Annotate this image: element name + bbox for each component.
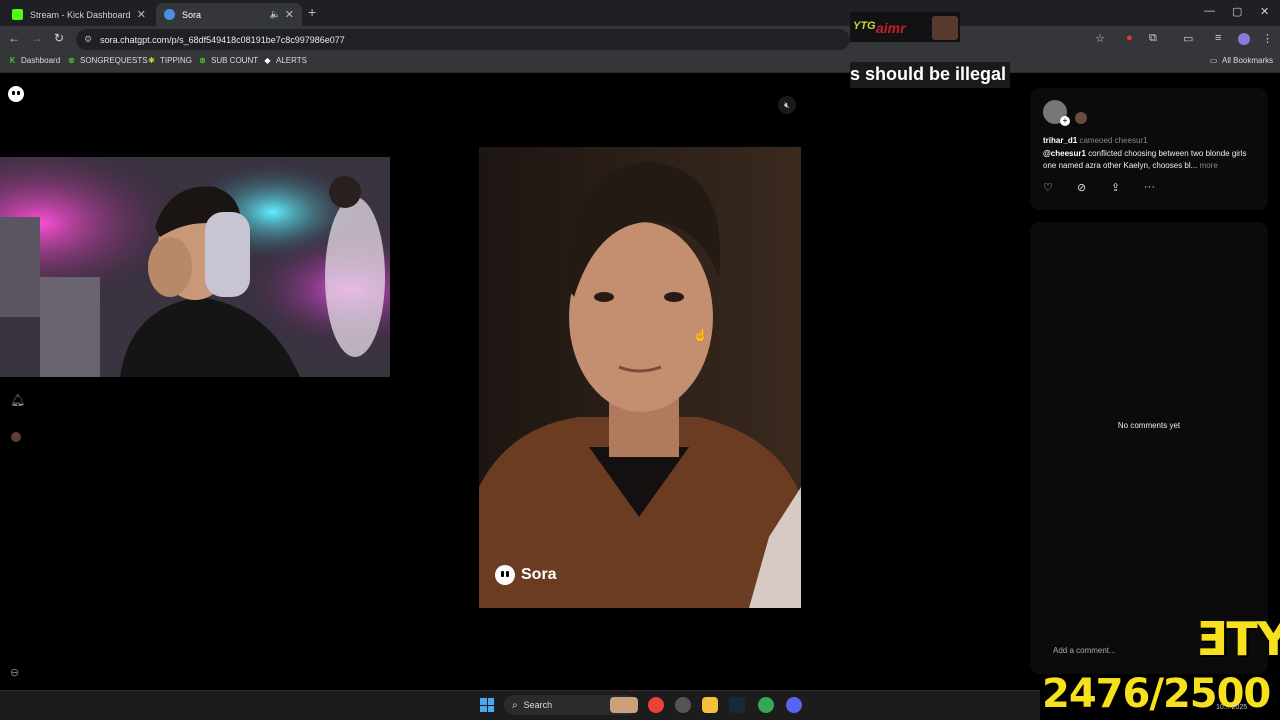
more-icon[interactable]: ··· [1144, 181, 1155, 193]
minimize-button[interactable]: — [1204, 5, 1215, 17]
sidepanel-icon[interactable]: ▭ [1183, 32, 1193, 45]
profile-avatar-icon[interactable] [11, 432, 21, 442]
bookmark-label: All Bookmarks [1222, 56, 1274, 65]
sora-logo-icon [495, 565, 515, 585]
audio-icon[interactable]: 🔈 [270, 9, 281, 20]
cameo-avatar[interactable] [1075, 112, 1087, 124]
tab-sora[interactable]: Sora 🔈 ✕ [156, 3, 302, 26]
sora-watermark: Sora [495, 565, 557, 585]
chrome-icon[interactable] [648, 697, 664, 713]
back-icon[interactable]: ← [8, 31, 20, 45]
speaker-muted-icon[interactable]: 🔇︎ [778, 96, 796, 114]
extension-red-icon[interactable]: ● [1126, 32, 1133, 44]
sora-favicon-icon [164, 9, 175, 20]
no-comments-text: No comments yet [1117, 421, 1181, 430]
profile-avatar[interactable] [1238, 33, 1250, 45]
tab-title: Stream - Kick Dashboard [30, 9, 131, 20]
taskbar-clock: 10... 2025 [1216, 704, 1248, 711]
reload-icon[interactable]: ↻ [54, 31, 64, 45]
alerts-icon: ◆ [264, 56, 271, 65]
bookmarks-bar: K Dashboard ⊛ SONGREQUESTS ✱ TIPPING ⊛ S… [0, 52, 1280, 73]
bookmark-label: SONGREQUESTS [80, 56, 148, 65]
creator-avatar[interactable] [1043, 100, 1070, 126]
sora-logo-icon[interactable] [8, 86, 24, 102]
chat-avatar [932, 16, 958, 40]
bookmark-tipping[interactable]: ✱ TIPPING [147, 56, 192, 65]
tab-title: Sora [182, 9, 202, 20]
file-explorer-icon[interactable] [702, 697, 718, 713]
post-mention[interactable]: @cheesur1 [1043, 149, 1086, 158]
kick-icon [12, 9, 23, 20]
forward-icon[interactable]: → [31, 31, 43, 45]
windows-start-icon[interactable] [480, 698, 494, 712]
folder-icon: ▭ [1209, 56, 1218, 65]
chrome-profile-icon[interactable] [758, 697, 774, 713]
tab-kick-dashboard[interactable]: Stream - Kick Dashboard ✕ [4, 3, 154, 26]
obs-icon[interactable] [675, 697, 691, 713]
tab-strip: Stream - Kick Dashboard ✕ Sora 🔈 ✕ + — ▢… [0, 0, 1280, 26]
close-window-button[interactable]: ✕ [1260, 5, 1269, 18]
chat-username: aimr [876, 20, 906, 36]
notification-bell-icon[interactable]: 🔔︎ [10, 393, 25, 407]
extensions-icon[interactable]: ⧉ [1149, 32, 1157, 45]
discord-icon[interactable] [786, 697, 802, 713]
bookmark-star-icon[interactable]: ☆ [1095, 32, 1105, 45]
bookmark-label: SUB COUNT [211, 56, 259, 65]
share-icon[interactable]: ⇪ [1111, 181, 1120, 194]
stream-goal-title: ƎTY [1196, 612, 1280, 666]
botrix-icon: ⊛ [68, 56, 75, 65]
hand-cursor-icon: ☝ [693, 328, 708, 342]
all-bookmarks[interactable]: ▭ All Bookmarks [1209, 56, 1273, 65]
chat-badge: YTG [853, 20, 876, 32]
more-link[interactable]: more [1200, 161, 1218, 170]
bookmark-label: TIPPING [160, 56, 193, 65]
post-byline: trihar_d1 cameoed cheesur1 [1043, 136, 1148, 145]
address-bar[interactable]: ⚙ sora.chatgpt.com/p/s_68df549418c08191b… [76, 29, 850, 50]
post-username[interactable]: trihar_d1 [1043, 136, 1077, 145]
webcam-overlay [0, 157, 390, 377]
bookmark-alerts[interactable]: ◆ ALERTS [263, 56, 307, 65]
url-text: sora.chatgpt.com/p/s_68df549418c08191be7… [100, 34, 345, 45]
bookmark-sub-count[interactable]: ⊛ SUB COUNT [198, 56, 258, 65]
tip-icon: ✱ [148, 56, 155, 65]
sora-video[interactable] [479, 147, 801, 608]
bookmark-dashboard[interactable]: K Dashboard [8, 56, 60, 65]
settings-circle-icon[interactable]: ⊖ [10, 666, 19, 679]
post-description: @cheesur1 conflicted choosing between tw… [1043, 148, 1258, 172]
bookmark-songrequests[interactable]: ⊛ SONGREQUESTS [67, 56, 148, 65]
video-frame-image [479, 147, 801, 608]
steam-icon[interactable] [729, 697, 745, 713]
botrix-icon: ⊛ [199, 56, 206, 65]
kick-icon: K [9, 56, 16, 65]
widget-icon[interactable] [610, 697, 638, 713]
new-tab-button[interactable]: + [308, 4, 316, 20]
post-action-text[interactable]: cameoed cheesur1 [1079, 136, 1147, 145]
maximize-button[interactable]: ▢ [1232, 5, 1242, 18]
heart-icon[interactable]: ♡ [1043, 181, 1053, 194]
comments-panel [1030, 222, 1268, 674]
bookmark-label: ALERTS [276, 56, 307, 65]
close-tab-icon[interactable]: ✕ [285, 8, 294, 21]
close-tab-icon[interactable]: ✕ [137, 8, 146, 21]
menu-icon[interactable]: ⋮ [1262, 32, 1273, 45]
watermark-text: Sora [521, 566, 557, 583]
search-icon: ⌕ [512, 699, 518, 711]
bookmark-label: Dashboard [21, 56, 61, 65]
streamer-webcam-image [0, 157, 390, 377]
browser-toolbar: ← → ↻ ⚙ sora.chatgpt.com/p/s_68df549418c… [0, 26, 1280, 52]
search-label: Search [523, 700, 553, 710]
stream-caption: s should be illegal [850, 62, 1010, 88]
remix-icon[interactable]: ⊘ [1077, 181, 1086, 194]
site-info-icon[interactable]: ⚙ [84, 34, 92, 45]
tab-search-icon[interactable]: ≡ [1215, 32, 1221, 44]
